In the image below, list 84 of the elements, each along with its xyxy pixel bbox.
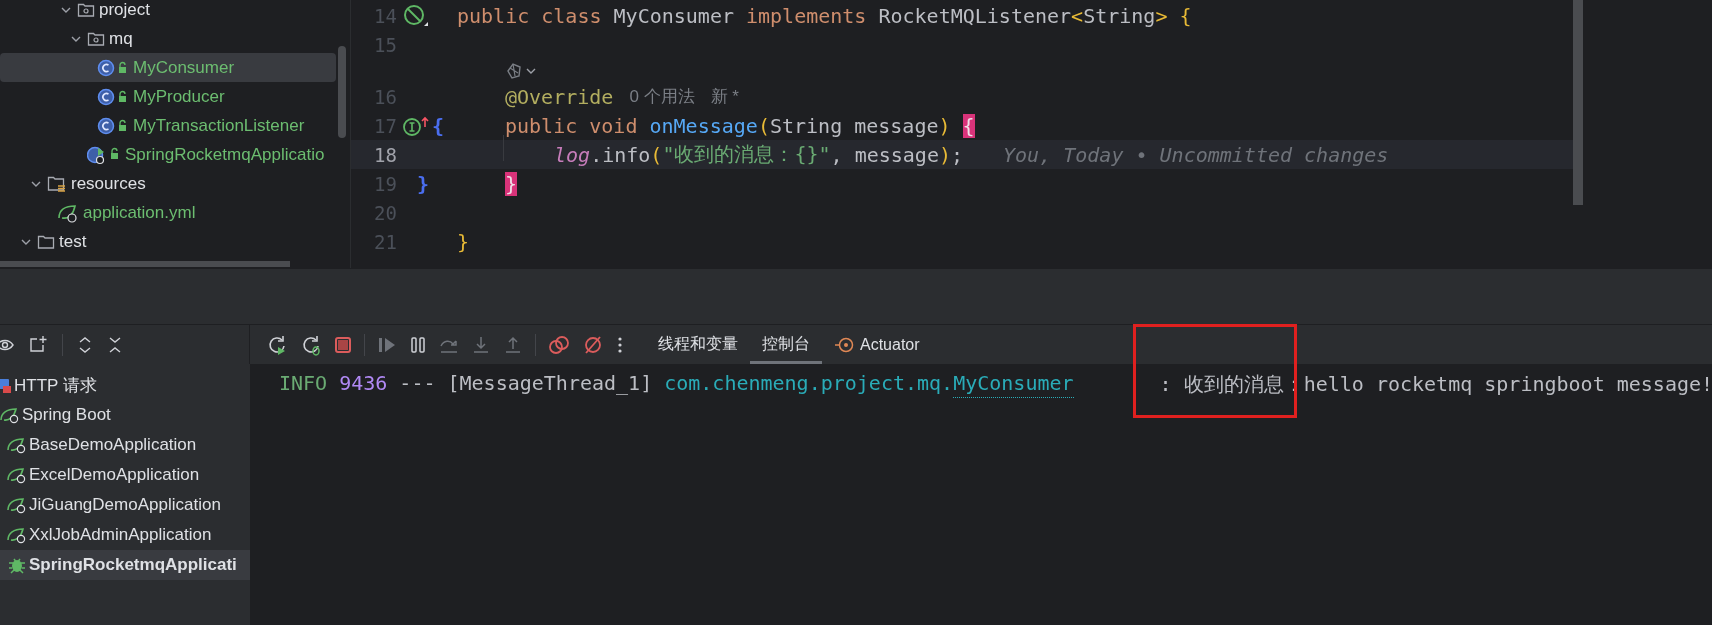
code-text: ;: [951, 142, 964, 167]
step-out-icon[interactable]: [503, 334, 523, 355]
code-annotation: @Override: [505, 84, 614, 109]
spring-boot-icon: [7, 436, 27, 454]
code-bracket: (: [757, 113, 770, 138]
matched-brace: {: [962, 113, 975, 138]
package-folder-icon: [77, 1, 95, 18]
pause-icon[interactable]: [409, 334, 427, 355]
code-bracket: ): [938, 113, 952, 138]
code-text: , message: [830, 142, 939, 167]
folder-icon: [37, 233, 55, 250]
thread-name: [MessageThread_1]: [447, 371, 653, 397]
rerun-debug-icon[interactable]: [300, 333, 322, 356]
blame-annotation: You, Today • Uncommitted changes: [1003, 142, 1389, 167]
code-keyword: public class: [457, 3, 603, 28]
tree-item[interactable]: MyTransactionListener: [0, 111, 336, 140]
code-keyword: implements: [746, 3, 868, 28]
class-icon: [97, 58, 129, 77]
fold-brace[interactable]: }: [417, 171, 430, 196]
tree-item[interactable]: MyProducer: [0, 82, 336, 111]
spring-boot-icon: [7, 496, 27, 514]
code-bracket: ): [938, 142, 951, 167]
service-item[interactable]: BaseDemoApplication: [0, 430, 250, 460]
code-bracket: {: [1178, 3, 1192, 28]
rerun-icon[interactable]: [266, 333, 288, 356]
tree-item[interactable]: resources: [0, 169, 336, 198]
stop-icon[interactable]: [334, 335, 352, 354]
code-text: MyConsumer: [613, 3, 735, 28]
resources-folder-icon: [47, 174, 67, 193]
service-item[interactable]: Spring Boot: [0, 400, 250, 430]
spring-boot-icon: [7, 526, 27, 544]
package-folder-icon: [87, 30, 105, 47]
new-tab-icon[interactable]: [28, 334, 48, 355]
code-text: String message: [769, 113, 939, 138]
log-separator: ---: [399, 371, 436, 397]
matched-brace: }: [505, 171, 518, 196]
code-method: onMessage: [649, 113, 758, 138]
code-bracket: >: [1155, 3, 1168, 28]
code-bracket: (: [650, 142, 663, 167]
spring-boot-icon: [7, 466, 27, 484]
code-bracket: <: [1071, 3, 1084, 28]
code-string: "收到的消息：{}": [662, 141, 831, 168]
debugger-tab[interactable]: 线程和变量: [646, 325, 750, 364]
actuator-icon: [834, 335, 854, 354]
log-level: INFO: [279, 371, 328, 397]
logger-class-link[interactable]: MyConsumer: [953, 371, 1074, 398]
expand-all-icon[interactable]: [77, 335, 93, 354]
tree-item[interactable]: SpringRocketmqApplicatio: [0, 140, 336, 169]
scrollbar[interactable]: [1573, 0, 1583, 205]
scrollbar[interactable]: [0, 261, 290, 267]
scrollbar[interactable]: [338, 46, 346, 138]
spring-config-icon: [57, 202, 79, 223]
tree-item[interactable]: application.yml: [0, 198, 336, 227]
tree-item[interactable]: test: [0, 227, 336, 256]
tree-item[interactable]: MyConsumer: [0, 53, 336, 82]
fold-brace[interactable]: {: [432, 113, 445, 138]
service-item[interactable]: ExcelDemoApplication: [0, 460, 250, 490]
collapse-all-icon[interactable]: [107, 335, 123, 354]
usage-hint: 0 个用法: [629, 86, 695, 108]
code-text: .info: [590, 142, 651, 167]
code-keyword: public void: [505, 113, 639, 138]
debugger-tab[interactable]: Actuator: [822, 325, 932, 364]
tree-item[interactable]: project: [0, 0, 336, 24]
breakpoints-icon[interactable]: [548, 333, 570, 356]
line-number: 18: [373, 143, 397, 166]
service-item[interactable]: XxlJobAdminApplication: [0, 520, 250, 550]
service-item[interactable]: JiGuangDemoApplication: [0, 490, 250, 520]
tree-item[interactable]: mq: [0, 24, 336, 53]
code-field: log: [554, 142, 591, 167]
code-bracket: }: [457, 229, 470, 254]
code-text: RocketMQListener: [878, 3, 1072, 28]
class-icon: [97, 87, 129, 106]
service-item[interactable]: SpringRocketmqApplicati: [0, 550, 250, 580]
class-icon: [97, 116, 129, 135]
debugger-tab[interactable]: 控制台: [750, 325, 822, 364]
spring-class-icon: [87, 144, 121, 165]
bean-gutter-icon[interactable]: [403, 3, 429, 28]
service-item[interactable]: HTTP 请求: [0, 370, 250, 400]
code-text: String: [1083, 3, 1156, 28]
implements-gutter-icon[interactable]: [403, 114, 429, 137]
process-id: 9436: [339, 371, 388, 397]
usage-hint: 新 *: [710, 86, 739, 108]
step-into-icon[interactable]: [471, 334, 491, 355]
logger-name: com.chenmeng.project.mq.: [664, 371, 954, 397]
